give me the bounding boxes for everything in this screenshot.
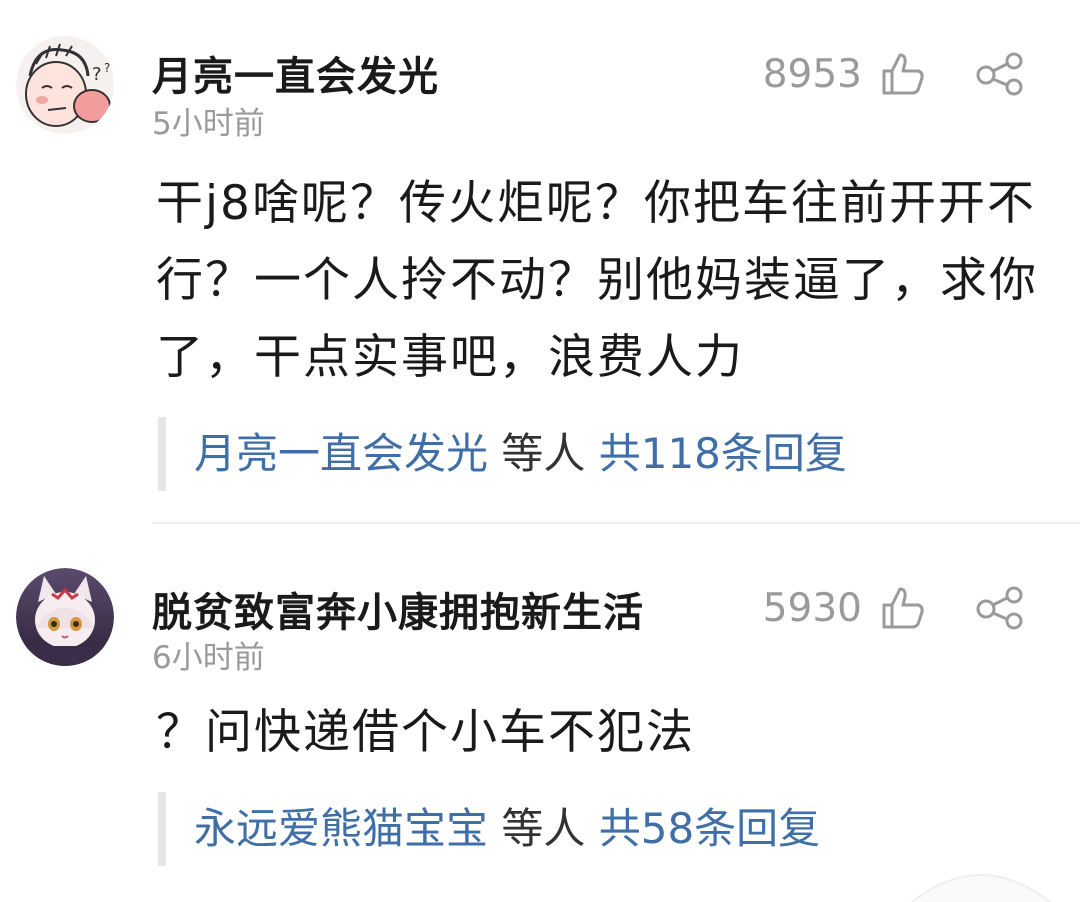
reply-middle-text: 等人 (488, 804, 599, 853)
timestamp: 5小时前 (152, 106, 265, 142)
anime-cat-girl-avatar-icon (16, 568, 114, 666)
comment-text: 干j8啥呢？传火炬呢？你把车往前开开不行？一个人拎不动？别他妈装逼了，求你了，干… (156, 176, 1038, 385)
reply-user-link[interactable]: 永远爱熊猫宝宝 (194, 804, 488, 853)
share-icon[interactable] (974, 51, 1026, 97)
comment-item: ? ? 月亮一直会发光 5小时前 8953 干j8啥呢？传火炬呢？你把车往前开开… (0, 0, 1080, 522)
reply-user-link[interactable]: 月亮一直会发光 (194, 429, 488, 478)
reply-summary[interactable]: 月亮一直会发光 等人 共118条回复 (158, 417, 847, 491)
comment-item: 脱贫致富奔小康拥抱新生活 6小时前 5930 ？问快递借个小车不犯法 永远爱熊猫… (0, 524, 1080, 902)
thumbs-up-icon[interactable] (880, 51, 926, 97)
reply-count-link[interactable]: 共118条回复 (599, 429, 847, 478)
reply-middle-text: 等人 (488, 429, 599, 478)
reply-count-link[interactable]: 共58条回复 (599, 804, 820, 853)
thumbs-up-icon[interactable] (880, 585, 926, 631)
user-avatar[interactable] (16, 568, 114, 666)
floating-button-edge (911, 874, 1051, 902)
svg-text:?: ? (92, 64, 102, 85)
username[interactable]: 月亮一直会发光 (152, 44, 439, 102)
username[interactable]: 脱贫致富奔小康拥抱新生活 (152, 580, 644, 638)
cartoon-face-avatar-icon: ? ? (16, 36, 114, 134)
like-count: 5930 (762, 586, 862, 631)
share-icon[interactable] (974, 585, 1026, 631)
svg-text:?: ? (104, 61, 110, 75)
like-count: 8953 (762, 52, 862, 97)
timestamp: 6小时前 (152, 640, 265, 676)
comment-text: ？问快递借个小车不犯法 (156, 705, 695, 760)
reply-summary[interactable]: 永远爱熊猫宝宝 等人 共58条回复 (158, 792, 820, 866)
user-avatar[interactable]: ? ? (16, 36, 114, 134)
